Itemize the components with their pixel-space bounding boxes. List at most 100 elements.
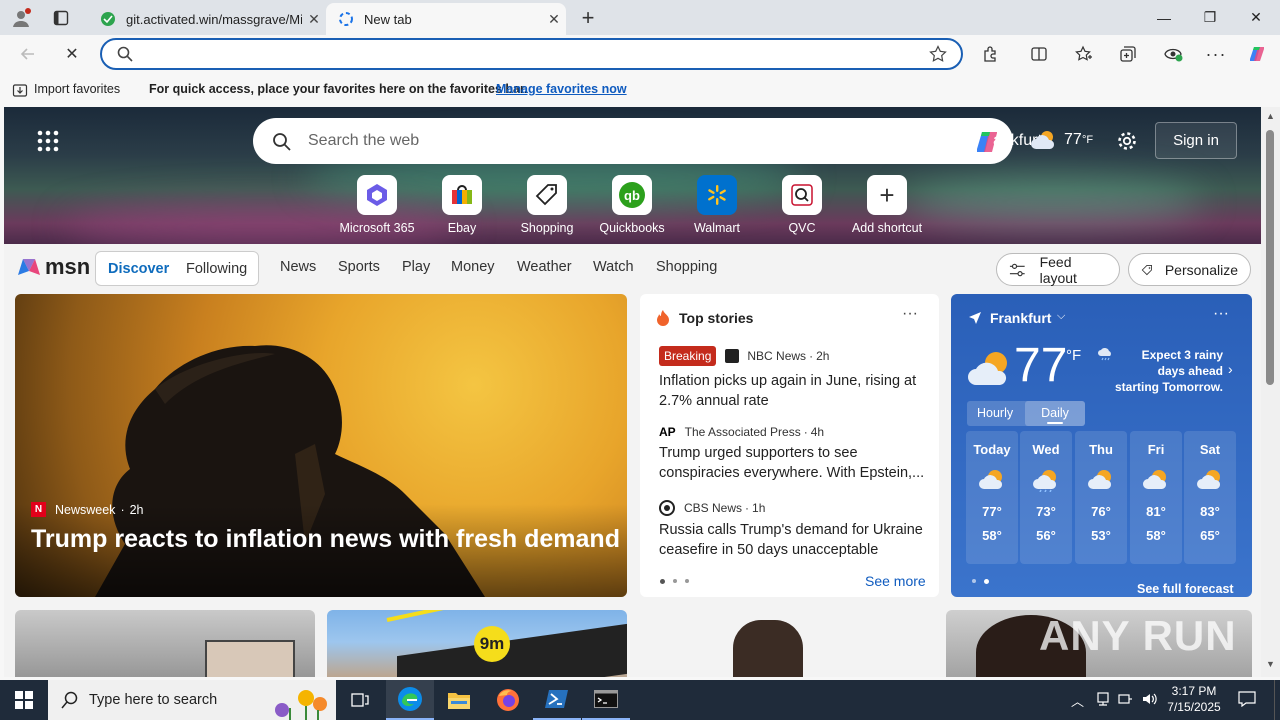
news-card-image[interactable]: 9m bbox=[327, 610, 627, 677]
page-scrollbar[interactable]: ▲ ▼ bbox=[1261, 107, 1280, 677]
tab-hourly[interactable]: Hourly bbox=[977, 406, 1013, 420]
feed-layout-button[interactable]: Feed layout bbox=[996, 253, 1120, 286]
notifications-icon[interactable] bbox=[1238, 691, 1256, 712]
apps-launcher-icon[interactable] bbox=[37, 130, 59, 157]
settings-more-icon[interactable]: ··· bbox=[1200, 38, 1232, 70]
shortcut-add[interactable]: + Add shortcut bbox=[847, 175, 927, 235]
story-headline[interactable]: Trump urged supporters to see conspiraci… bbox=[659, 443, 927, 483]
top-stories-title[interactable]: Top stories bbox=[679, 310, 753, 326]
start-button[interactable] bbox=[0, 680, 48, 720]
chevron-right-icon[interactable]: › bbox=[1228, 361, 1233, 377]
news-card-image[interactable] bbox=[638, 610, 944, 677]
shortcut-quickbooks[interactable]: qb Quickbooks bbox=[592, 175, 672, 235]
story-headline[interactable]: Russia calls Trump's demand for Ukraine … bbox=[659, 520, 927, 560]
chevron-down-icon[interactable]: ⌵ bbox=[1057, 310, 1065, 323]
address-bar[interactable] bbox=[100, 38, 963, 70]
story-item[interactable]: AP The Associated Press · 4h Trump urged… bbox=[659, 425, 927, 483]
pagination-dots[interactable] bbox=[660, 579, 689, 584]
story-item[interactable]: CBS News · 1h Russia calls Trump's deman… bbox=[659, 500, 927, 560]
ethernet-icon[interactable] bbox=[1117, 691, 1133, 712]
weather-temp[interactable]: 77 bbox=[1014, 338, 1067, 393]
msn-logo[interactable]: msn bbox=[16, 254, 90, 280]
sparkle-tag-icon bbox=[1141, 264, 1152, 275]
lead-story-headline[interactable]: Trump reacts to inflation news with fres… bbox=[31, 525, 620, 554]
nav-shopping[interactable]: Shopping bbox=[656, 259, 717, 275]
shortcut-shopping[interactable]: Shopping bbox=[507, 175, 587, 235]
shortcut-microsoft-365[interactable]: Microsoft 365 bbox=[337, 175, 417, 235]
web-search-input[interactable]: Search the web bbox=[308, 132, 419, 150]
favorites-icon[interactable] bbox=[1068, 38, 1100, 70]
personalize-button[interactable]: Personalize bbox=[1128, 253, 1251, 286]
shopping-tag-icon bbox=[527, 175, 567, 215]
tab-discover[interactable]: Discover bbox=[108, 261, 169, 277]
taskbar-file-explorer[interactable] bbox=[435, 680, 483, 720]
forecast-day-sat[interactable]: Sat 83° 65° bbox=[1184, 431, 1236, 564]
scrollbar-thumb[interactable] bbox=[1266, 130, 1274, 385]
nav-money[interactable]: Money bbox=[451, 259, 495, 275]
show-desktop-button[interactable] bbox=[1274, 680, 1280, 720]
forecast-day-wed[interactable]: Wed 73° 56° bbox=[1020, 431, 1072, 564]
lead-story-card[interactable]: N Newsweek · 2h Trump reacts to inflatio… bbox=[15, 294, 627, 597]
restore-button[interactable]: ❐ bbox=[1187, 0, 1233, 35]
taskbar-edge[interactable] bbox=[386, 680, 434, 720]
minimize-button[interactable]: — bbox=[1141, 0, 1187, 35]
profile-avatar[interactable] bbox=[8, 6, 34, 30]
close-window-button[interactable]: ✕ bbox=[1233, 0, 1279, 35]
task-view-button[interactable] bbox=[336, 680, 384, 720]
new-tab-button[interactable]: + bbox=[574, 5, 602, 31]
tab-close-icon[interactable]: ✕ bbox=[302, 11, 326, 28]
split-screen-icon[interactable] bbox=[1023, 38, 1055, 70]
extensions-icon[interactable] bbox=[975, 38, 1007, 70]
weather-more-icon[interactable]: ··· bbox=[1213, 305, 1229, 323]
weather-city[interactable]: Frankfurt bbox=[990, 310, 1051, 326]
favorite-star-icon[interactable] bbox=[929, 45, 947, 68]
back-button[interactable] bbox=[12, 38, 44, 70]
news-card-image[interactable] bbox=[15, 610, 315, 677]
page-settings-gear-icon[interactable] bbox=[1116, 130, 1138, 157]
manage-favorites-link[interactable]: Manage favorites now bbox=[496, 82, 627, 96]
collections-icon[interactable] bbox=[1112, 38, 1144, 70]
forecast-day-fri[interactable]: Fri 81° 58° bbox=[1130, 431, 1182, 564]
copilot-icon[interactable] bbox=[1241, 38, 1273, 70]
web-search-box[interactable]: Search the web bbox=[253, 118, 1013, 164]
show-hidden-icons-chevron-icon[interactable]: ︿ bbox=[1071, 691, 1084, 710]
stop-loading-button[interactable]: ✕ bbox=[56, 38, 88, 70]
nav-sports[interactable]: Sports bbox=[338, 259, 380, 275]
browser-essentials-icon[interactable] bbox=[1157, 38, 1189, 70]
forecast-day-thu[interactable]: Thu 76° 53° bbox=[1075, 431, 1127, 564]
import-favorites-button[interactable]: Import favorites bbox=[34, 82, 120, 96]
network-tray-icon[interactable] bbox=[1095, 691, 1111, 712]
story-headline[interactable]: Inflation picks up again in June, rising… bbox=[659, 371, 927, 411]
nav-play[interactable]: Play bbox=[402, 259, 430, 275]
story-item[interactable]: Breaking NBC News · 2h Inflation picks u… bbox=[659, 346, 927, 411]
weather-pagination-dots[interactable] bbox=[972, 579, 989, 584]
tab-close-icon[interactable]: ✕ bbox=[542, 11, 566, 28]
nav-news[interactable]: News bbox=[280, 259, 316, 275]
see-full-forecast-link[interactable]: See full forecast bbox=[1137, 582, 1234, 596]
video-duration-badge: 9m bbox=[474, 626, 510, 662]
taskbar-powershell[interactable] bbox=[533, 680, 581, 720]
shortcut-qvc[interactable]: QVC bbox=[762, 175, 842, 235]
nav-watch[interactable]: Watch bbox=[593, 259, 634, 275]
tab-actions-icon[interactable] bbox=[48, 6, 74, 30]
top-stories-more-icon[interactable]: ··· bbox=[902, 305, 918, 323]
taskbar-search-input[interactable]: Type here to search bbox=[89, 692, 217, 708]
see-more-link[interactable]: See more bbox=[865, 573, 926, 589]
tab-following[interactable]: Following bbox=[186, 261, 247, 277]
taskbar-search[interactable]: Type here to search bbox=[48, 680, 336, 720]
taskbar-terminal[interactable] bbox=[582, 680, 630, 720]
tab-massgrave[interactable]: git.activated.win/massgrave/Micr ✕ bbox=[88, 3, 326, 35]
weather-alert[interactable]: Expect 3 rainy days ahead starting Tomor… bbox=[1111, 347, 1223, 395]
tab-new-tab[interactable]: New tab ✕ bbox=[326, 3, 566, 35]
clock[interactable]: 3:17 PM 7/15/2025 bbox=[1166, 683, 1222, 715]
import-favorites-icon[interactable] bbox=[12, 82, 28, 101]
nav-weather[interactable]: Weather bbox=[517, 259, 572, 275]
forecast-day-today[interactable]: Today 77° 58° bbox=[966, 431, 1018, 564]
taskbar-firefox[interactable] bbox=[484, 680, 532, 720]
header-temperature[interactable]: 77 bbox=[1064, 131, 1082, 149]
sign-in-button[interactable]: Sign in bbox=[1155, 122, 1237, 159]
shortcut-walmart[interactable]: Walmart bbox=[677, 175, 757, 235]
tab-daily[interactable]: Daily bbox=[1025, 401, 1085, 426]
shortcut-ebay[interactable]: Ebay bbox=[422, 175, 502, 235]
volume-icon[interactable] bbox=[1141, 691, 1159, 712]
